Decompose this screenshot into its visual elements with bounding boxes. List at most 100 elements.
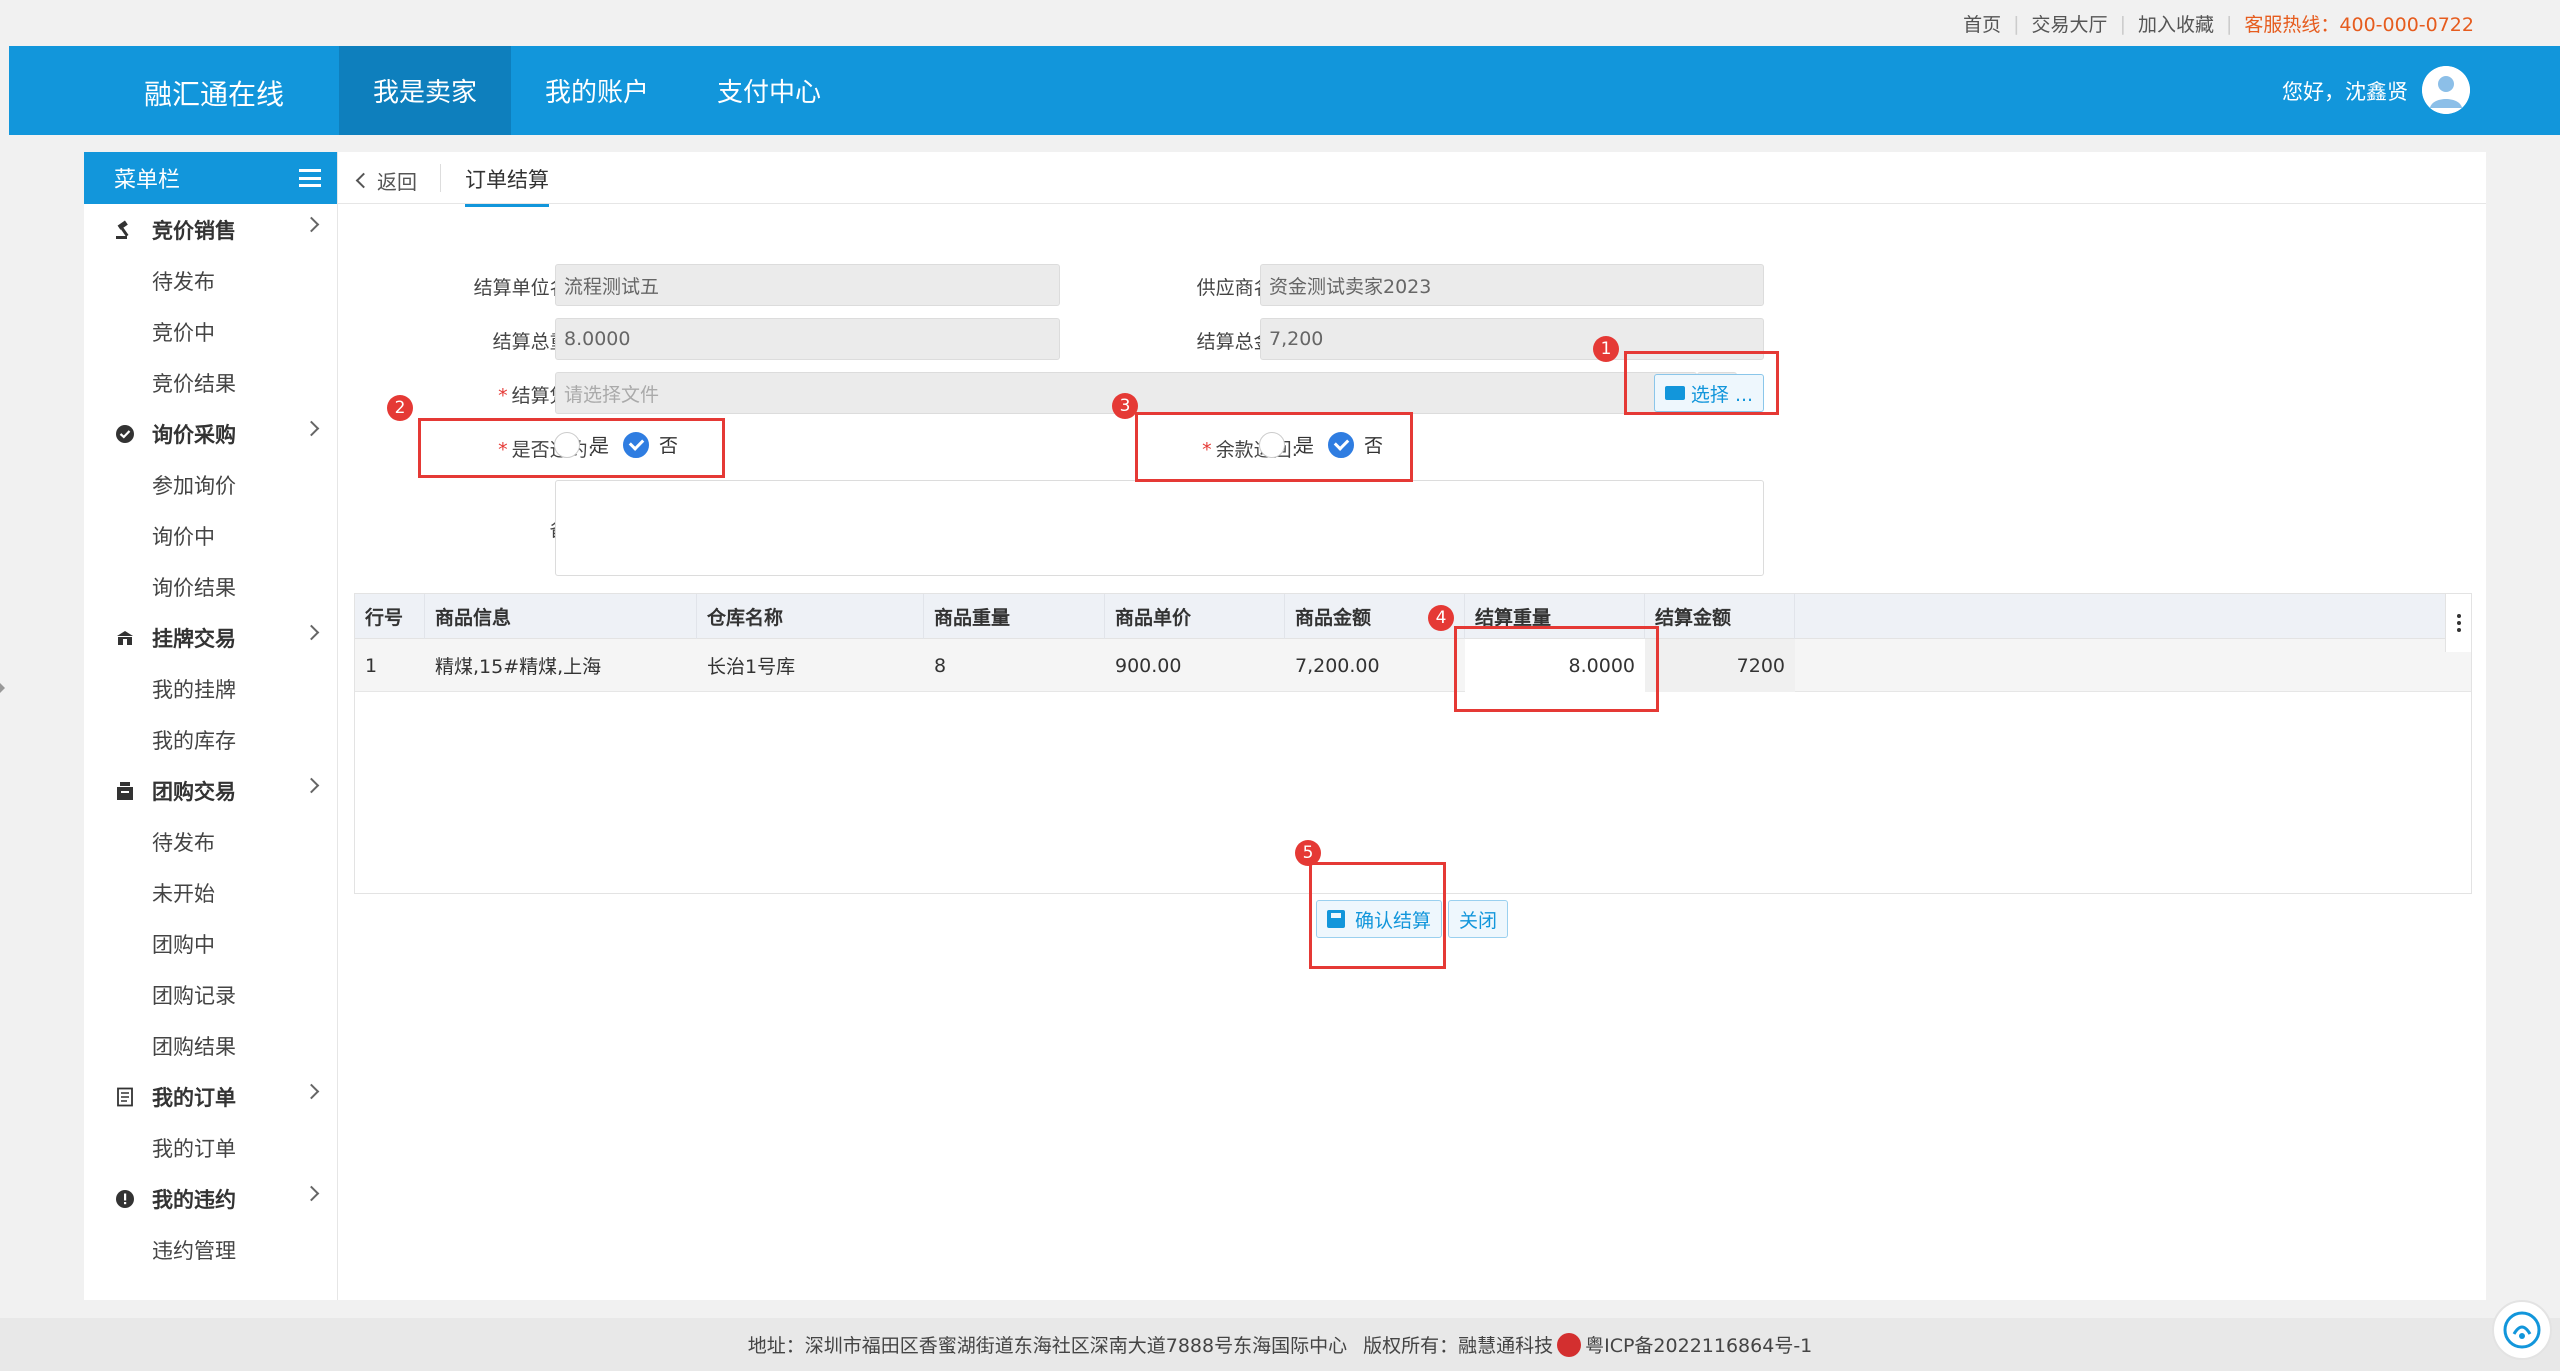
sidebar-group-label: 我的违约 <box>152 1187 236 1212</box>
annotation-box-3 <box>1135 412 1413 482</box>
required-mark: * <box>498 385 508 407</box>
sidebar-header: 菜单栏 <box>84 152 337 204</box>
sidebar-item-groupbuy-records[interactable]: 团购记录 <box>84 969 337 1020</box>
sidebar-item-inquiry-ongoing[interactable]: 询价中 <box>84 510 337 561</box>
sidebar-group-label: 竞价销售 <box>152 218 236 243</box>
sidebar-group-orders[interactable]: 我的订单 <box>84 1071 337 1122</box>
chevron-left-icon <box>355 172 372 189</box>
column-header: 商品单价 <box>1105 594 1285 639</box>
add-favorite-link[interactable]: 加入收藏 <box>2138 10 2214 37</box>
cell-product-weight: 8 <box>934 654 947 677</box>
brand-logo-text[interactable]: 融汇通在线 <box>144 73 284 113</box>
user-greeting[interactable]: 您好，沈鑫贤 <box>2282 76 2408 106</box>
annotation-badge-4: 4 <box>1428 605 1454 631</box>
sidebar-item-breach-management[interactable]: 违约管理 <box>84 1224 337 1275</box>
annotation-badge-2: 2 <box>387 395 413 421</box>
sidebar-item-auction-pending[interactable]: 待发布 <box>84 255 337 306</box>
unit-name-field: 流程测试五 <box>555 264 1060 306</box>
home-link[interactable]: 首页 <box>1963 10 2001 37</box>
sidebar-title: 菜单栏 <box>114 168 181 193</box>
remark-textarea[interactable] <box>555 480 1764 576</box>
footer-icp[interactable]: 粤ICP备2022116864号-1 <box>1585 1331 1812 1358</box>
group-buy-icon <box>114 780 136 802</box>
sidebar-group-auction[interactable]: 竞价销售 <box>84 204 337 255</box>
chevron-right-icon <box>303 1185 320 1202</box>
back-button[interactable]: 返回 <box>355 166 417 195</box>
sidebar-menu: 菜单栏 竞价销售 待发布 竞价中 竞价结果 询价采购 参加询价 询价中 询价结果… <box>84 152 338 1300</box>
utility-bar: 首页 | 交易大厅 | 加入收藏 | 客服热线：400-000-0722 <box>0 0 2560 46</box>
tab-order-settlement[interactable]: 订单结算 <box>465 164 549 207</box>
utility-links: 首页 | 交易大厅 | 加入收藏 | 客服热线：400-000-0722 <box>1963 10 2474 37</box>
nav-tab-account[interactable]: 我的账户 <box>511 46 683 135</box>
divider <box>440 164 441 192</box>
sidebar-item-inquiry-results[interactable]: 询价结果 <box>84 561 337 612</box>
sidebar-item-groupbuy-results[interactable]: 团购结果 <box>84 1020 337 1071</box>
supplier-field: 资金测试卖家2023 <box>1260 264 1764 306</box>
check-circle-icon <box>114 423 136 445</box>
sidebar-item-auction-ongoing[interactable]: 竞价中 <box>84 306 337 357</box>
sidebar-item-groupbuy-ongoing[interactable]: 团购中 <box>84 918 337 969</box>
nav-tab-seller[interactable]: 我是卖家 <box>339 46 512 135</box>
sidebar-item-auction-results[interactable]: 竞价结果 <box>84 357 337 408</box>
table-header: 行号 商品信息 仓库名称 商品重量 商品单价 商品金额 结算重量 结算金额 <box>355 594 2471 639</box>
listing-icon <box>114 627 136 649</box>
sidebar-item-groupbuy-not-started[interactable]: 未开始 <box>84 867 337 918</box>
annotation-box-5 <box>1309 862 1446 969</box>
gavel-icon <box>114 219 136 241</box>
divider: | <box>2119 12 2126 35</box>
sidebar-group-inquiry[interactable]: 询价采购 <box>84 408 337 459</box>
cell-warehouse: 长治1号库 <box>707 656 796 678</box>
customer-service-icon[interactable] <box>2492 1300 2552 1360</box>
column-header: 结算金额 <box>1645 594 1795 639</box>
main-nav: 我是卖家 我的账户 支付中心 <box>339 46 855 135</box>
cell-product-amount: 7,200.00 <box>1295 654 1380 677</box>
chevron-right-icon <box>303 1083 320 1100</box>
column-header: 商品信息 <box>425 594 697 639</box>
footer-address: 地址：深圳市福田区香蜜湖街道东海社区深南大道7888号东海国际中心 <box>747 1335 1348 1357</box>
annotation-box-2 <box>418 418 725 478</box>
column-header: 仓库名称 <box>697 594 924 639</box>
sidebar-item-my-listings[interactable]: 我的挂牌 <box>84 663 337 714</box>
sidebar-group-label: 团购交易 <box>152 779 236 804</box>
chevron-right-icon <box>303 777 320 794</box>
cell-settlement-amount: 7200 <box>1645 639 1795 692</box>
sidebar-group-listing[interactable]: 挂牌交易 <box>84 612 337 663</box>
sidebar-item-my-orders[interactable]: 我的订单 <box>84 1122 337 1173</box>
column-header: 商品重量 <box>924 594 1105 639</box>
sidebar-group-label: 挂牌交易 <box>152 626 236 651</box>
sidebar-item-my-inventory[interactable]: 我的库存 <box>84 714 337 765</box>
police-badge-icon <box>1557 1332 1582 1357</box>
collapse-handle-icon[interactable] <box>0 683 5 693</box>
user-avatar[interactable] <box>2422 66 2470 114</box>
menu-toggle-icon[interactable] <box>299 169 321 187</box>
breadcrumb: 返回 订单结算 <box>338 152 2486 207</box>
hotline-text: 客服热线：400-000-0722 <box>2244 14 2474 36</box>
column-menu-icon[interactable] <box>2445 594 2471 652</box>
order-icon <box>114 1086 136 1108</box>
annotation-badge-5: 5 <box>1295 840 1321 866</box>
total-weight-field: 8.0000 <box>555 318 1060 360</box>
close-button[interactable]: 关闭 <box>1448 900 1508 938</box>
settlement-table: 行号 商品信息 仓库名称 商品重量 商品单价 商品金额 结算重量 结算金额 1 … <box>354 593 2472 894</box>
sidebar-group-group-buy[interactable]: 团购交易 <box>84 765 337 816</box>
divider: | <box>2013 12 2020 35</box>
column-header: 行号 <box>355 594 425 639</box>
chevron-right-icon <box>303 420 320 437</box>
user-avatar-icon <box>2422 66 2470 114</box>
annotation-badge-1: 1 <box>1593 336 1619 362</box>
sidebar-item-inquiry-join[interactable]: 参加询价 <box>84 459 337 510</box>
alert-icon <box>114 1188 136 1210</box>
annotation-badge-3: 3 <box>1112 393 1138 419</box>
main-header: 融汇通在线 我是卖家 我的账户 支付中心 您好，沈鑫贤 <box>9 46 2560 135</box>
sidebar-group-label: 我的订单 <box>152 1085 236 1110</box>
table-row[interactable]: 1 精煤,15#精煤,上海 长治1号库 8 900.00 7,200.00 8.… <box>355 639 2471 692</box>
page-footer: 地址：深圳市福田区香蜜湖街道东海社区深南大道7888号东海国际中心 版权所有：融… <box>0 1318 2560 1371</box>
sidebar-group-breach[interactable]: 我的违约 <box>84 1173 337 1224</box>
divider: | <box>2225 12 2233 35</box>
trading-hall-link[interactable]: 交易大厅 <box>2032 10 2108 37</box>
chevron-right-icon <box>303 216 320 233</box>
cell-product-info: 精煤,15#精煤,上海 <box>435 656 602 678</box>
sidebar-item-groupbuy-pending[interactable]: 待发布 <box>84 816 337 867</box>
footer-copyright: 版权所有：融慧通科技 <box>1363 1335 1554 1357</box>
nav-tab-payment[interactable]: 支付中心 <box>683 46 855 135</box>
